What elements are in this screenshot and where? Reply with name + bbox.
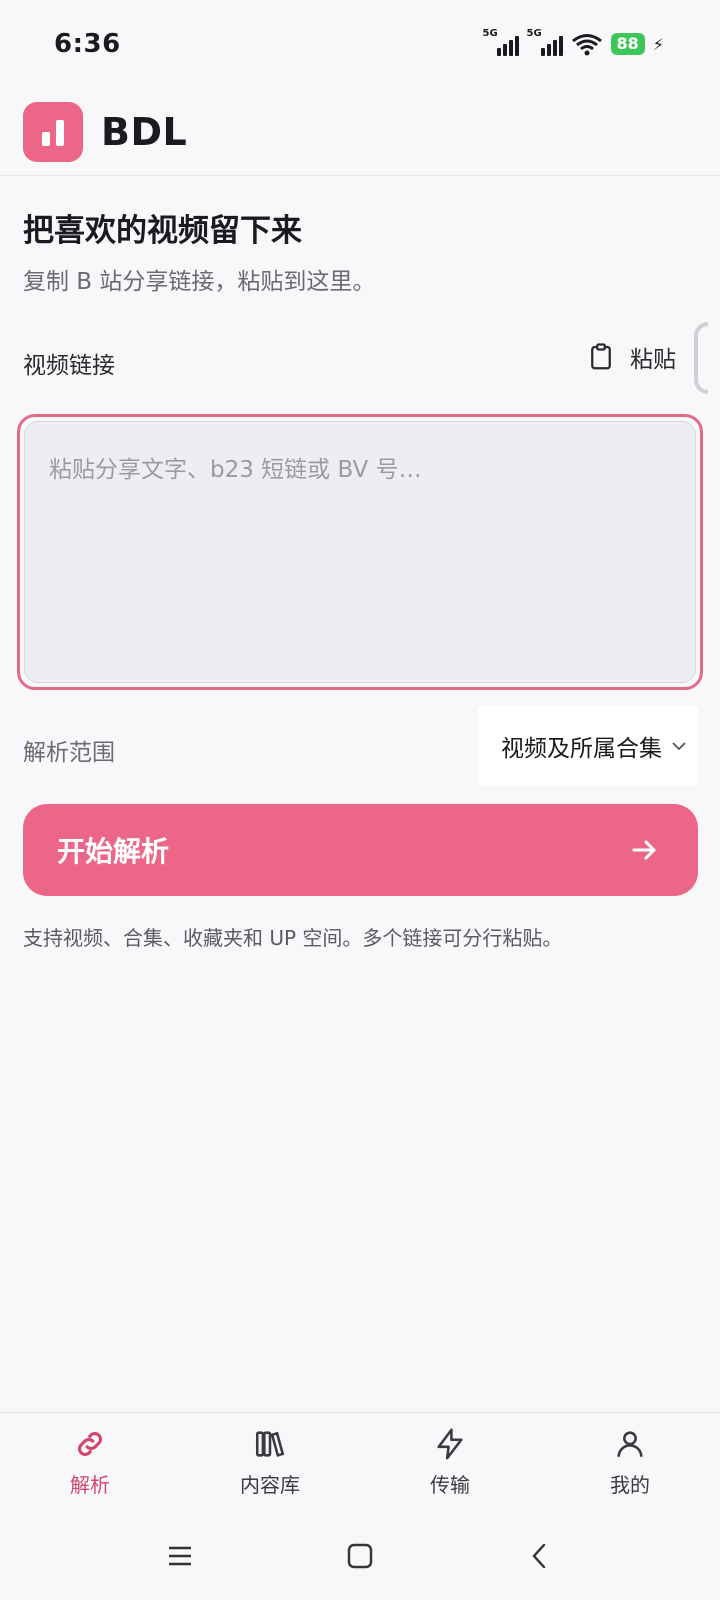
- wifi-icon: [571, 34, 602, 56]
- app-header: BDL: [0, 88, 720, 176]
- bolt-icon: [437, 1428, 463, 1460]
- nav-label-profile: 我的: [610, 1473, 650, 1497]
- chevron-down-icon: [672, 742, 686, 751]
- library-icon: [255, 1431, 285, 1457]
- menu-icon[interactable]: [165, 1541, 195, 1571]
- scope-selected-value: 视频及所属合集: [501, 736, 662, 762]
- network-type-label-2: 5G: [526, 28, 542, 39]
- status-icons: 5G 5G 88 ⚡: [483, 28, 664, 56]
- link-icon: [77, 1431, 103, 1457]
- link-input-frame: [17, 414, 703, 690]
- status-time: 6:36: [54, 29, 121, 59]
- nav-item-profile[interactable]: 我的: [540, 1413, 720, 1512]
- charging-icon: ⚡: [652, 34, 664, 54]
- paste-button-label: 粘贴: [630, 347, 676, 373]
- battery-indicator: 88: [610, 33, 645, 55]
- nav-label-transfer: 传输: [430, 1473, 470, 1497]
- arrow-right-icon: [632, 840, 656, 860]
- person-icon: [617, 1431, 643, 1457]
- home-icon[interactable]: [345, 1541, 375, 1571]
- status-bar: 6:36 5G 5G 88 ⚡: [0, 0, 720, 88]
- back-icon[interactable]: [525, 1541, 555, 1571]
- cellular-signal-icon-2: 5G: [527, 28, 563, 56]
- page-subline: 复制 B 站分享链接，粘贴到这里。: [23, 269, 376, 295]
- bottom-nav: 解析 内容库 传输 我的: [0, 1412, 720, 1512]
- link-field-label: 视频链接: [23, 353, 115, 379]
- paste-button[interactable]: 粘贴: [586, 340, 676, 374]
- start-parse-button[interactable]: 开始解析: [23, 804, 698, 896]
- scope-label: 解析范围: [23, 740, 115, 766]
- app-logo: [23, 101, 83, 162]
- edge-panel-handle[interactable]: [694, 322, 708, 394]
- nav-label-parse: 解析: [70, 1473, 110, 1497]
- start-parse-label: 开始解析: [57, 835, 170, 868]
- scope-dropdown[interactable]: 视频及所属合集: [478, 706, 698, 786]
- link-input[interactable]: [24, 421, 696, 683]
- nav-item-transfer[interactable]: 传输: [360, 1413, 540, 1512]
- support-hint: 支持视频、合集、收藏夹和 UP 空间。多个链接可分行粘贴。: [23, 926, 563, 950]
- nav-item-library[interactable]: 内容库: [180, 1413, 360, 1512]
- app-title: BDL: [101, 109, 188, 154]
- clipboard-icon: [591, 343, 611, 370]
- nav-label-library: 内容库: [240, 1473, 300, 1497]
- nav-item-parse[interactable]: 解析: [0, 1413, 180, 1512]
- system-nav-bar: [0, 1512, 720, 1600]
- page-headline: 把喜欢的视频留下来: [23, 213, 302, 249]
- cellular-signal-icon: 5G: [483, 28, 519, 56]
- network-type-label: 5G: [482, 28, 498, 39]
